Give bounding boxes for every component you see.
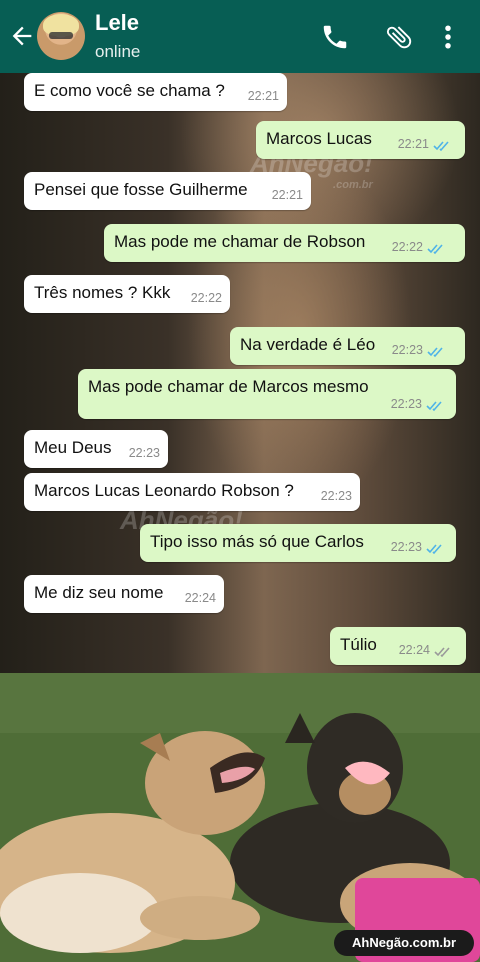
message-outgoing[interactable]: Túlio 22:24 [330, 627, 466, 665]
message-text: Três nomes ? Kkk [34, 283, 171, 302]
contact-name[interactable]: Lele [95, 10, 139, 36]
message-incoming[interactable]: Meu Deus 22:23 [24, 430, 168, 468]
message-time: 22:23 [390, 540, 422, 554]
read-ticks-icon [426, 544, 442, 555]
message-incoming[interactable]: E como você se chama ? 22:21 [24, 73, 287, 111]
message-time: 22:23 [320, 489, 352, 503]
message-time: 22:24 [184, 591, 216, 605]
message-outgoing[interactable]: Marcos Lucas 22:21 [256, 121, 465, 159]
message-time: 22:22 [391, 240, 423, 254]
message-text: E como você se chama ? [34, 81, 225, 100]
paperclip-icon[interactable] [384, 22, 414, 52]
message-time: 22:21 [247, 89, 279, 103]
message-time: 22:21 [397, 137, 429, 151]
message-time: 22:21 [271, 188, 303, 202]
contact-status: online [95, 42, 141, 61]
message-outgoing[interactable]: Mas pode chamar de Marcos mesmo 22:23 [78, 369, 456, 419]
message-text: Na verdade é Léo [240, 335, 376, 354]
message-text: Meu Deus [34, 438, 112, 457]
message-outgoing[interactable]: Mas pode me chamar de Robson 22:22 [104, 224, 465, 262]
laughing-dogs-image [0, 673, 480, 962]
message-text: Marcos Lucas [266, 129, 372, 148]
message-time: 22:24 [398, 643, 430, 657]
read-ticks-icon [427, 244, 443, 255]
message-incoming[interactable]: Me diz seu nome 22:24 [24, 575, 224, 613]
phone-icon[interactable] [320, 22, 350, 52]
more-vert-icon[interactable] [433, 22, 463, 52]
message-text: Túlio [340, 635, 377, 654]
message-time: 22:23 [390, 397, 422, 411]
read-ticks-icon [426, 401, 442, 412]
delivered-ticks-icon [434, 647, 450, 658]
message-text: Mas pode chamar de Marcos mesmo [88, 377, 369, 396]
message-time: 22:23 [391, 343, 423, 357]
meme-photo: AhNegão.com.br [0, 673, 480, 962]
read-ticks-icon [433, 141, 449, 152]
chat-area[interactable]: AhNegão!.com.br AhNegão!.com.br E como v… [0, 73, 480, 673]
back-arrow-icon[interactable] [8, 22, 36, 50]
message-text: Me diz seu nome [34, 583, 164, 602]
read-ticks-icon [427, 347, 443, 358]
message-time: 22:23 [128, 446, 160, 460]
message-text: Pensei que fosse Guilherme [34, 180, 248, 199]
message-text: Mas pode me chamar de Robson [114, 232, 366, 251]
message-outgoing[interactable]: Tipo isso más só que Carlos 22:23 [140, 524, 456, 562]
message-text: Marcos Lucas Leonardo Robson ? [34, 481, 294, 500]
chat-header: Lele online [0, 0, 480, 73]
message-incoming[interactable]: Pensei que fosse Guilherme 22:21 [24, 172, 311, 210]
message-time: 22:22 [190, 291, 222, 305]
message-incoming[interactable]: Três nomes ? Kkk 22:22 [24, 275, 230, 313]
message-text: Tipo isso más só que Carlos [150, 532, 364, 551]
message-outgoing[interactable]: Na verdade é Léo 22:23 [230, 327, 465, 365]
site-logo: AhNegão.com.br [334, 930, 474, 956]
avatar[interactable] [37, 12, 85, 60]
message-incoming[interactable]: Marcos Lucas Leonardo Robson ? 22:23 [24, 473, 360, 511]
